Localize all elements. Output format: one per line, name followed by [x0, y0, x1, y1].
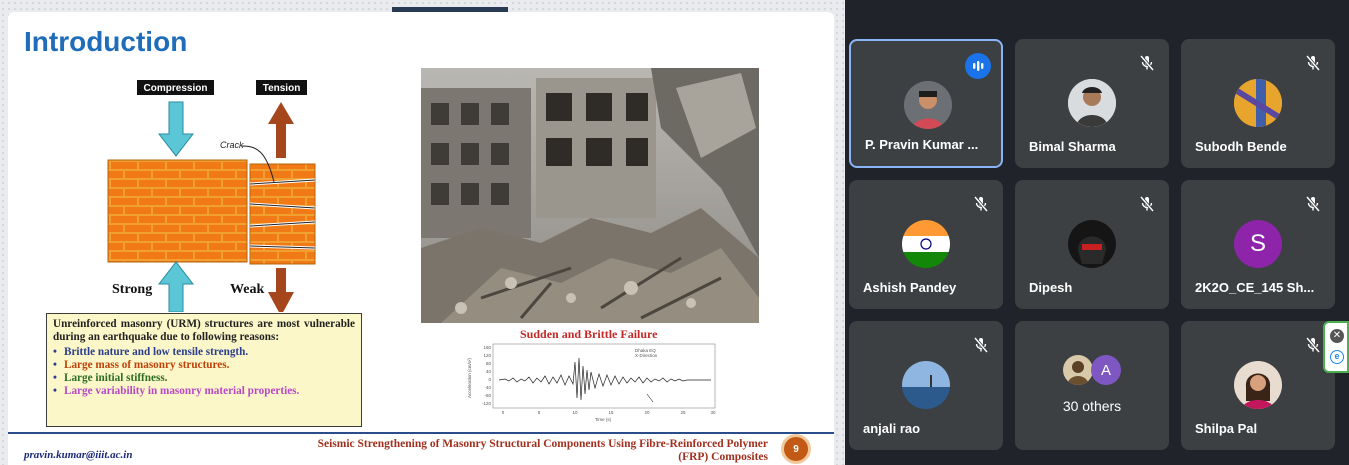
- extension-side-widget[interactable]: ✕ e: [1323, 321, 1349, 373]
- footer-divider: [8, 432, 834, 434]
- participant-tile[interactable]: Ashish Pandey: [849, 180, 1003, 309]
- tension-arrow-bottom: [268, 268, 294, 312]
- close-circle-icon[interactable]: ✕: [1330, 329, 1344, 343]
- avatar: [902, 220, 950, 268]
- info-intro: Unreinforced masonry (URM) structures ar…: [53, 318, 355, 343]
- x-tick: 10: [572, 410, 578, 415]
- photo-caption: Sudden and Brittle Failure: [520, 327, 658, 341]
- accelerogram-chart: 160 120 80 40 0 -40 -80 -120 0 5 10 15 2…: [467, 343, 716, 422]
- x-tick: 30: [710, 410, 716, 415]
- letter-avatar: S: [1234, 220, 1282, 268]
- tension-arrow-top: [268, 102, 294, 158]
- avatar: [902, 361, 950, 409]
- participant-name: Dipesh: [1029, 280, 1073, 295]
- x-tick: 0: [502, 410, 505, 415]
- slide-title: Introduction: [24, 26, 188, 57]
- tension-label: Tension: [263, 83, 301, 94]
- audio-bars-icon: [965, 53, 991, 79]
- mic-off-icon: [1301, 333, 1325, 357]
- strong-label: Strong: [112, 282, 152, 297]
- others-avatar-letter: A: [1091, 355, 1121, 385]
- y-tick: 0: [488, 377, 491, 382]
- mic-off-icon: [1301, 51, 1325, 75]
- participant-name: Ashish Pandey: [863, 280, 957, 295]
- mic-off-icon: [1135, 51, 1159, 75]
- x-axis-label: Time (s): [595, 417, 612, 422]
- footer-title: Seismic Strengthening of Masonry Structu…: [218, 438, 768, 464]
- avatar: [1234, 361, 1282, 409]
- compression-arrow-top: [157, 101, 195, 157]
- compression-tension-diagram: Compression Tension Strong Crack Weak: [107, 80, 316, 312]
- x-tick: 5: [538, 410, 541, 415]
- footer-title-line2: (FRP) Composites: [678, 451, 768, 463]
- participant-tile[interactable]: S 2K2O_CE_145 Sh...: [1181, 180, 1335, 309]
- compression-label: Compression: [144, 83, 208, 94]
- others-tile[interactable]: A 30 others: [1015, 321, 1169, 450]
- mic-off-icon: [1301, 192, 1325, 216]
- participant-name: Bimal Sharma: [1029, 139, 1116, 154]
- participant-name: P. Pravin Kumar ...: [865, 137, 979, 152]
- mic-off-icon: [969, 333, 993, 357]
- avatar: [904, 81, 952, 129]
- reason-item: Large variability in masonry material pr…: [53, 385, 355, 398]
- y-tick: 120: [483, 353, 491, 358]
- strong-brick-wall: [107, 159, 248, 263]
- reasons-list: Brittle nature and low tensile strength.…: [53, 346, 355, 398]
- urm-info-box: Unreinforced masonry (URM) structures ar…: [46, 313, 362, 427]
- reason-item: Brittle nature and low tensile strength.: [53, 346, 355, 359]
- avatar: [1234, 79, 1282, 127]
- legend-line2: X-Direction: [635, 353, 658, 358]
- x-tick: 20: [644, 410, 650, 415]
- participant-tile[interactable]: Shilpa Pal: [1181, 321, 1335, 450]
- crack-label: Crack: [220, 140, 244, 150]
- y-tick: 40: [486, 369, 492, 374]
- participant-name: anjali rao: [863, 421, 921, 436]
- page-number-badge: 9: [781, 434, 811, 464]
- y-tick: -80: [484, 393, 491, 398]
- footer-title-line1: Seismic Strengthening of Masonry Structu…: [317, 438, 768, 450]
- participant-tile[interactable]: Dipesh: [1015, 180, 1169, 309]
- x-tick: 15: [608, 410, 614, 415]
- participant-name: 2K2O_CE_145 Sh...: [1195, 280, 1315, 295]
- presentation-slide: Introduction Compression Tension Strong …: [8, 12, 834, 465]
- mic-off-icon: [1135, 192, 1159, 216]
- compression-arrow-bottom: [157, 261, 195, 312]
- participant-name: Subodh Bende: [1195, 139, 1287, 154]
- avatar: [1068, 79, 1116, 127]
- earthquake-damage-photo: [421, 68, 759, 323]
- participant-tile[interactable]: anjali rao: [849, 321, 1003, 450]
- mic-off-icon: [969, 192, 993, 216]
- y-axis-label: Acceleration (cm/s²): [467, 357, 472, 398]
- participant-tile[interactable]: Subodh Bende: [1181, 39, 1335, 168]
- footer-email: pravin.kumar@iiit.ac.in: [24, 449, 133, 461]
- reason-item: Large initial stiffness.: [53, 372, 355, 385]
- x-tick: 25: [680, 410, 686, 415]
- extension-e-icon[interactable]: e: [1330, 350, 1344, 364]
- others-count: 30 others: [1062, 398, 1122, 414]
- y-tick: -120: [482, 401, 492, 406]
- y-tick: 160: [483, 345, 491, 350]
- avatar: [1068, 220, 1116, 268]
- participant-tile[interactable]: P. Pravin Kumar ...: [849, 39, 1003, 168]
- y-tick: 80: [486, 361, 492, 366]
- participant-tile[interactable]: Bimal Sharma: [1015, 39, 1169, 168]
- y-tick: -40: [484, 385, 491, 390]
- weak-label: Weak: [230, 282, 264, 297]
- others-avatar-photo: [1063, 355, 1093, 385]
- reason-item: Large mass of masonry structures.: [53, 359, 355, 372]
- participant-name: Shilpa Pal: [1195, 421, 1258, 436]
